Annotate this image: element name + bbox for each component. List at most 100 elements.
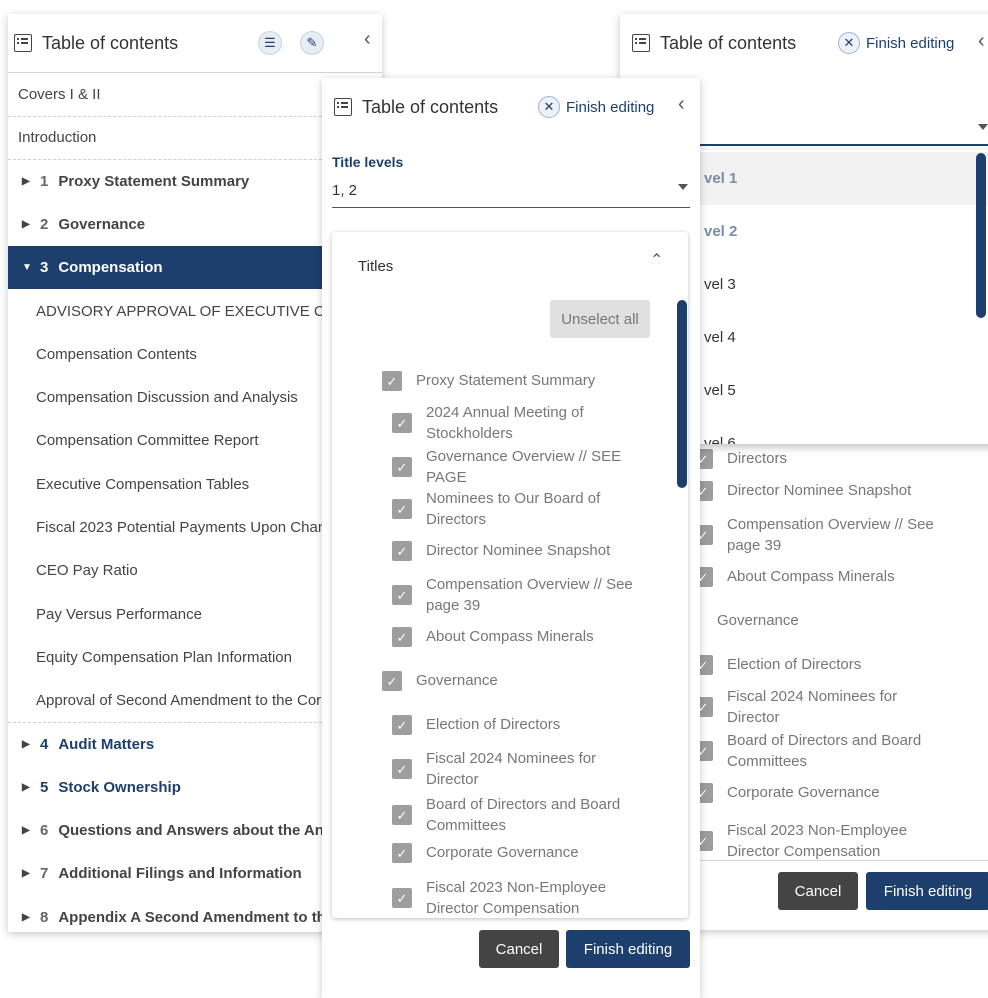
toc-item-label: Compensation Discussion and Analysis — [36, 389, 298, 407]
toc-item-label: Audit Matters — [58, 735, 155, 753]
toc-item-label: Governance — [58, 215, 146, 233]
checkbox-checked-icon[interactable]: ✓ — [382, 371, 402, 391]
title-checkbox-label: Election of Directors — [426, 714, 560, 735]
finish-editing-button[interactable]: Finish editing — [866, 872, 988, 910]
title-label-line: Director Compensation — [727, 843, 881, 860]
toc-item-label: Stock Ownership — [58, 778, 181, 796]
toc-header: Table of contents ☰ ✎ ‹ — [8, 14, 382, 73]
chevron-down-icon[interactable] — [678, 184, 688, 190]
caret-right-icon[interactable]: ▶ — [22, 868, 32, 879]
title-levels-select[interactable]: 1, 2 — [332, 182, 357, 199]
toc-item-label: ADVISORY APPROVAL OF EXECUTIVE CO — [36, 302, 337, 320]
title-checkbox-item[interactable]: ✓ Fiscal 2024 Nominees for Director — [392, 748, 596, 790]
finish-editing-label: Finish editing — [566, 98, 655, 116]
title-level-option-label: vel 4 — [704, 329, 736, 346]
toc-title: Table of contents — [42, 32, 179, 53]
caret-right-icon[interactable]: ▶ — [22, 176, 32, 187]
titles-card: Titles ⌃ Unselect all ✓ Proxy Statement S… — [332, 232, 688, 918]
checkbox-checked-icon[interactable]: ✓ — [392, 627, 412, 647]
title-checkbox-label: Governance — [717, 610, 799, 631]
title-checkbox-label: Directors — [727, 448, 787, 469]
title-label-line: Corporate Governance — [426, 844, 579, 861]
title-checkbox-item[interactable]: ✓ Election of Directors — [392, 714, 560, 735]
title-checkbox-label: 2024 Annual Meeting of Stockholders — [426, 402, 584, 444]
title-checkbox-label: Board of Directors and Board Committees — [727, 730, 921, 772]
finish-editing-button[interactable]: Finish editing — [566, 930, 690, 968]
toc-item-label: Introduction — [18, 129, 97, 147]
title-checkbox-item[interactable]: ✓ Proxy Statement Summary — [382, 370, 595, 391]
titles-scrollbar[interactable] — [677, 300, 687, 488]
title-checkbox-item[interactable]: ✓ Election of Directors — [693, 654, 861, 675]
caret-right-icon[interactable]: ▶ — [22, 219, 32, 230]
cancel-button[interactable]: Cancel — [479, 930, 559, 968]
toc-item-number: 3 — [40, 259, 49, 277]
caret-right-icon[interactable]: ▶ — [22, 739, 32, 750]
title-checkbox-label: Compensation Overview // See page 39 — [426, 574, 633, 616]
title-checkbox-item[interactable]: ✓ Compensation Overview // See page 39 — [392, 574, 633, 616]
list-icon — [334, 98, 352, 116]
toc-item-number: 5 — [40, 778, 49, 796]
title-checkbox-item[interactable]: ✓ About Compass Minerals — [392, 626, 594, 647]
title-label-line: Director — [426, 771, 479, 788]
title-checkbox-item[interactable]: ✓ Governance Overview // SEE PAGE — [392, 446, 621, 488]
title-checkbox-label: Board of Directors and Board Committees — [426, 794, 620, 836]
title-checkbox-item[interactable]: ✓ About Compass Minerals — [693, 566, 895, 587]
checkbox-checked-icon[interactable]: ✓ — [392, 541, 412, 561]
caret-right-icon[interactable]: ▶ — [22, 825, 32, 836]
checkbox-checked-icon[interactable]: ✓ — [382, 671, 402, 691]
finish-editing-link[interactable]: ✕ Finish editing — [538, 96, 654, 118]
caret-down-icon[interactable]: ▼ — [22, 262, 32, 273]
checkbox-checked-icon[interactable]: ✓ — [392, 805, 412, 825]
title-level-option-label: vel 1 — [704, 170, 738, 187]
checkbox-checked-icon[interactable]: ✓ — [392, 585, 412, 605]
toc-item-label: Compensation Committee Report — [36, 432, 259, 450]
checkbox-checked-icon[interactable]: ✓ — [392, 715, 412, 735]
title-label-line: Director — [727, 709, 780, 726]
edit-pencil-icon[interactable]: ✎ — [300, 31, 324, 55]
cancel-button[interactable]: Cancel — [778, 872, 858, 910]
toc-panel-middle: Table of contents ✕ Finish editing ‹ Tit… — [322, 78, 700, 998]
checkbox-checked-icon[interactable]: ✓ — [392, 457, 412, 477]
title-checkbox-item[interactable]: ✓ Fiscal 2023 Non-Employee Director Compen… — [693, 820, 907, 862]
title-checkbox-label: About Compass Minerals — [426, 626, 594, 647]
caret-right-icon[interactable]: ▶ — [22, 912, 32, 923]
title-checkbox-item[interactable]: ✓ Directors — [693, 448, 787, 469]
outline-levels-icon[interactable]: ☰ — [258, 31, 282, 55]
title-checkbox-item[interactable]: ✓ Director Nominee Snapshot — [693, 480, 911, 501]
title-checkbox-label: Fiscal 2024 Nominees for Director — [426, 748, 596, 790]
title-checkbox-item[interactable]: Governance — [717, 610, 799, 631]
title-checkbox-item[interactable]: ✓ 2024 Annual Meeting of Stockholders — [392, 402, 584, 444]
toc-item-label: Compensation — [58, 259, 163, 277]
toc-item-number: 7 — [40, 865, 49, 883]
title-label-line: Fiscal 2024 Nominees for — [727, 688, 898, 705]
title-checkbox-item[interactable]: ✓ Compensation Overview // See page 39 — [693, 514, 934, 556]
chevron-left-icon[interactable]: ‹ — [678, 93, 685, 116]
checkbox-checked-icon[interactable]: ✓ — [392, 888, 412, 908]
title-checkbox-item[interactable]: ✓ Corporate Governance — [392, 842, 579, 863]
title-checkbox-item[interactable]: ✓ Board of Directors and Board Committees — [693, 730, 921, 772]
title-levels-label: Title levels — [332, 154, 404, 170]
toc-item-number: 4 — [40, 735, 49, 753]
title-checkbox-item[interactable]: ✓ Nominees to Our Board of Directors — [392, 488, 600, 530]
title-label-line: Governance — [416, 672, 498, 689]
toc-item-number: 8 — [40, 908, 49, 926]
chevron-left-icon[interactable]: ‹ — [364, 28, 371, 51]
toc-item-label: Pay Versus Performance — [36, 605, 202, 623]
dropdown-scrollbar[interactable] — [976, 153, 986, 318]
title-label-line: Nominees to Our Board of — [426, 490, 601, 507]
checkbox-checked-icon[interactable]: ✓ — [392, 499, 412, 519]
title-label-line: Committees — [426, 817, 507, 834]
title-checkbox-item[interactable]: ✓ Governance — [382, 670, 498, 691]
title-checkbox-item[interactable]: ✓ Fiscal 2023 Non-Employee Director Compen… — [392, 877, 606, 918]
title-label-line: Board of Directors and Board — [426, 796, 621, 813]
title-checkbox-item[interactable]: ✓ Director Nominee Snapshot — [392, 540, 610, 561]
checkbox-checked-icon[interactable]: ✓ — [392, 843, 412, 863]
caret-right-icon[interactable]: ▶ — [22, 782, 32, 793]
title-checkbox-item[interactable]: ✓ Board of Directors and Board Committees — [392, 794, 620, 836]
toc-item-number: 6 — [40, 822, 49, 840]
title-label-line: Compensation Overview // See — [727, 516, 934, 533]
checkbox-checked-icon[interactable]: ✓ — [392, 413, 412, 433]
title-checkbox-item[interactable]: ✓ Corporate Governance — [693, 782, 880, 803]
title-checkbox-item[interactable]: ✓ Fiscal 2024 Nominees for Director — [693, 686, 897, 728]
checkbox-checked-icon[interactable]: ✓ — [392, 759, 412, 779]
